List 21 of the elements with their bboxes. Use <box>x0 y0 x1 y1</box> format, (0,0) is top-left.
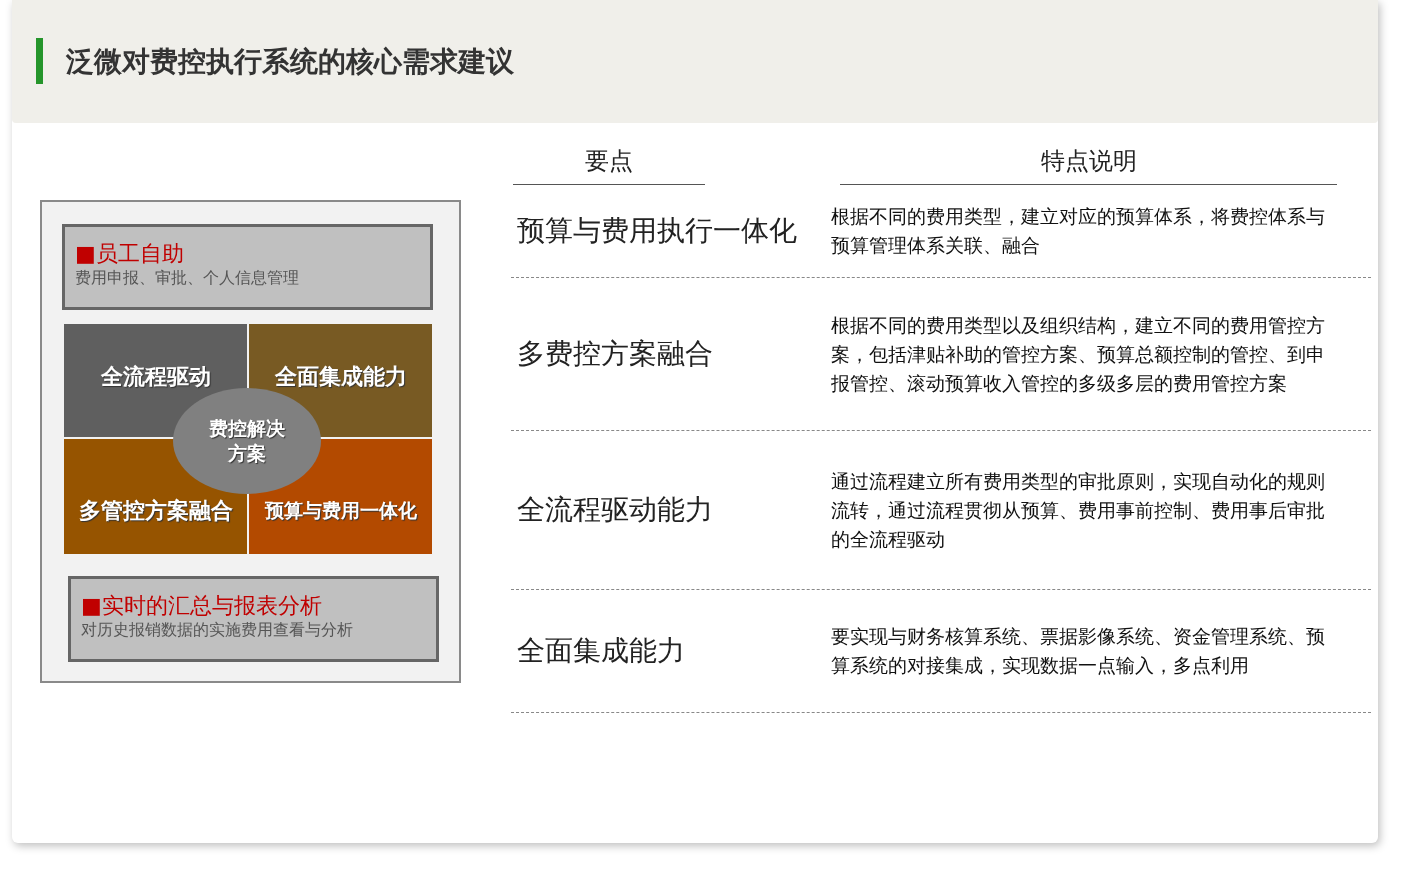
feature-text: 对历史报销数据的实施费用查看与分析 <box>81 619 353 641</box>
point-cell-text: 全流程驱动能力 <box>516 492 714 528</box>
column-header: 特点说明 <box>840 141 1337 185</box>
point-cell-text: 全面集成能力 <box>516 633 686 669</box>
description-cell-text: 根据不同的费用类型以及组织结构，建立不同的费用管控方案，包括津贴补助的管控方案、预算总额控制的管控、到申报管控、滚动预算收入管控的多级多层的费用管控方案 <box>831 312 1326 396</box>
column-header: 要点 <box>513 141 705 185</box>
description-cell-text: 要实现与财务核算系统、票据影像系统、资金管理系统、预算系统的对接集成，实现数据一点输入，多点利用 <box>831 624 1326 678</box>
title-accent-bar <box>36 37 43 84</box>
center-label: 费控解决方案 <box>208 416 286 466</box>
quadrant-label: 预算与费用一体化 <box>264 497 417 523</box>
quadrant-label: 全面集成能力 <box>274 362 407 391</box>
point-cell-text: 预算与费用执行一体化 <box>516 213 798 249</box>
description-cell-text: 根据不同的费用类型，建立对应的预算体系，将费控体系与预算管理体系关联、融合 <box>831 204 1326 258</box>
feature-heading: ■实时的汇总与报表分析 <box>81 593 322 619</box>
description-cell-text: 通过流程建立所有费用类型的审批原则，实现自动化的规则流转，通过流程贯彻从预算、费用事前控制、费用事后审批的全流程驱动 <box>831 468 1326 552</box>
page-title: 泛微对费控执行系统的核心需求建议 <box>66 43 514 80</box>
quadrant-label: 全流程驱动 <box>100 362 211 391</box>
feature-heading: ■员工自助 <box>75 241 184 267</box>
quadrant-label: 多管控方案融合 <box>78 496 233 525</box>
point-cell-text: 多费控方案融合 <box>516 336 714 372</box>
feature-text: 费用申报、审批、个人信息管理 <box>75 267 299 289</box>
